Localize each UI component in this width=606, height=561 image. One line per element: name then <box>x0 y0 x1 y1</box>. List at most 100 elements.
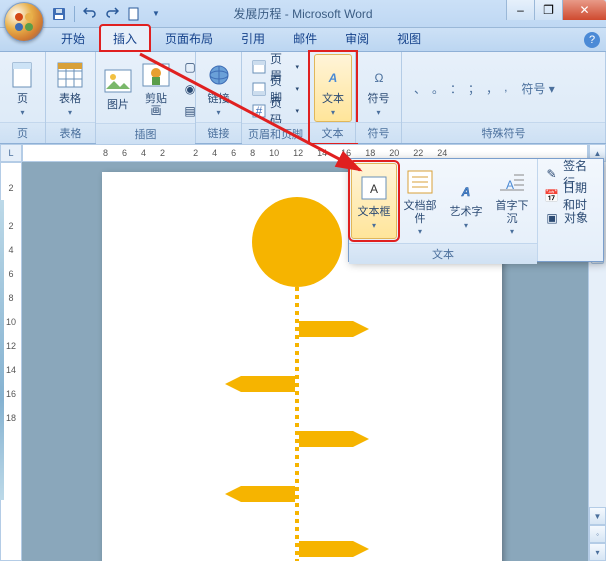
dropcap-label: 首字下沉 <box>491 200 533 224</box>
dropcap-button[interactable]: A 首字下沉 ▾ <box>489 163 535 239</box>
ruler-tick: 18 <box>365 148 375 158</box>
chevron-down-icon: ▾ <box>464 221 468 230</box>
wordart-button[interactable]: A 艺术字 ▾ <box>443 163 489 239</box>
scroll-down-button[interactable]: ▼ <box>589 507 606 525</box>
special-sym-6[interactable]: , <box>504 80 507 94</box>
office-button[interactable] <box>4 2 44 42</box>
tab-home[interactable]: 开始 <box>48 25 98 51</box>
text-a-icon: A <box>317 59 349 91</box>
calendar-icon: 📅 <box>544 188 559 204</box>
ruler-tick: 2 <box>8 183 13 193</box>
tab-layout[interactable]: 页面布局 <box>152 25 226 51</box>
ruler-tick: 2 <box>160 148 165 158</box>
ruler-tick: 6 <box>231 148 236 158</box>
group-symbols: Ω 符号 ▾ 符号 <box>356 52 402 143</box>
tab-references[interactable]: 引用 <box>228 25 278 51</box>
ruler-tick: 4 <box>141 148 146 158</box>
symbol-button[interactable]: Ω 符号 ▾ <box>360 54 397 122</box>
shape-arrow-right[interactable] <box>299 537 369 561</box>
picture-label: 图片 <box>107 99 129 111</box>
shape-arrow-right[interactable] <box>299 427 369 451</box>
quick-access-toolbar: ▼ <box>50 5 165 23</box>
table-button[interactable]: 表格 ▾ <box>50 54 90 122</box>
parts-button[interactable]: 文档部件 ▾ <box>397 163 443 239</box>
header-icon <box>252 59 266 75</box>
qat-undo[interactable] <box>81 5 99 23</box>
shape-circle[interactable] <box>252 197 342 287</box>
tab-mail[interactable]: 邮件 <box>280 25 330 51</box>
help-icon[interactable]: ? <box>584 32 600 48</box>
ruler-tick: 6 <box>122 148 127 158</box>
tab-review[interactable]: 审阅 <box>332 25 382 51</box>
datetime-button[interactable]: 📅日期和时 <box>540 185 601 206</box>
ruler-tick: 10 <box>269 148 279 158</box>
group-special-label: 特殊符号 <box>402 122 605 143</box>
ribbon-tabs: 开始 插入 页面布局 引用 邮件 审阅 视图 ? <box>0 28 606 52</box>
ruler-corner[interactable]: L <box>0 144 22 162</box>
pagenum-button[interactable]: #页码▾ <box>248 100 303 121</box>
redo-icon <box>105 7 119 21</box>
group-links: 链接 ▾ 链接 <box>196 52 242 143</box>
chevron-down-icon: ▾ <box>376 108 380 117</box>
wordart-label: 艺术字 <box>450 206 483 218</box>
picture-button[interactable]: 图片 <box>100 54 136 122</box>
link-icon <box>203 59 235 91</box>
maximize-button[interactable]: ❐ <box>534 0 562 20</box>
left-decorative-strip <box>0 200 4 500</box>
qat-dropdown[interactable]: ▼ <box>147 5 165 23</box>
ruler-tick: 24 <box>437 148 447 158</box>
qat-redo[interactable] <box>103 5 121 23</box>
ruler-tick: 8 <box>250 148 255 158</box>
text-label: 文本 <box>322 93 344 105</box>
ruler-tick: 2 <box>8 221 13 231</box>
ruler-tick: 10 <box>6 317 16 327</box>
undo-icon <box>83 7 97 21</box>
svg-text:Ω: Ω <box>374 71 383 85</box>
shape-arrow-left[interactable] <box>225 372 295 396</box>
table-icon <box>54 59 86 91</box>
link-button[interactable]: 链接 ▾ <box>200 54 237 122</box>
svg-text:A: A <box>370 182 378 196</box>
chevron-down-icon: ▾ <box>418 227 422 236</box>
wordart-icon: A <box>450 172 482 204</box>
dropcap-icon: A <box>496 166 528 198</box>
special-sym-1[interactable]: 、 <box>414 80 426 97</box>
special-sym-3[interactable]: ： <box>450 80 462 97</box>
prev-page-button[interactable]: ◦ <box>589 525 606 543</box>
symbol-label: 符号 <box>368 93 390 105</box>
save-icon <box>52 7 66 21</box>
group-tables: 表格 ▾ 表格 <box>46 52 96 143</box>
pages-button[interactable]: 页 ▾ <box>4 54 41 122</box>
special-sym-2[interactable]: 。 <box>432 80 444 97</box>
omega-icon: Ω <box>363 59 395 91</box>
group-pages-label: 页 <box>0 122 45 143</box>
signature-icon: ✎ <box>544 166 559 182</box>
tab-insert[interactable]: 插入 <box>100 25 150 51</box>
next-page-button[interactable]: ▾ <box>589 543 606 561</box>
textbox-button[interactable]: A 文本框 ▾ <box>351 163 397 239</box>
window-title: 发展历程 - Microsoft Word <box>233 5 372 22</box>
qat-separator <box>74 6 75 22</box>
object-button[interactable]: ▣对象 <box>540 207 601 228</box>
special-sym-4[interactable]: ； <box>468 80 480 97</box>
group-tables-label: 表格 <box>46 122 95 143</box>
qat-save[interactable] <box>50 5 68 23</box>
picture-icon <box>102 65 134 97</box>
page-icon <box>7 59 39 91</box>
text-button[interactable]: A 文本 ▾ <box>314 54 352 122</box>
group-pages: 页 ▾ 页 <box>0 52 46 143</box>
ribbon-symbol-btn[interactable]: 符号 ▾ <box>521 80 554 97</box>
special-sym-5[interactable]: ， <box>486 80 498 97</box>
ruler-tick: 2 <box>193 148 198 158</box>
minimize-button[interactable]: – <box>506 0 534 20</box>
tab-view[interactable]: 视图 <box>384 25 434 51</box>
group-header-footer: 页眉▾ 页脚▾ #页码▾ 页眉和页脚 <box>242 52 310 143</box>
shape-arrow-left[interactable] <box>225 482 295 506</box>
shape-arrow-right[interactable] <box>299 317 369 341</box>
group-special-symbols: 、 。 ： ； ， , 符号 ▾ 特殊符号 <box>402 52 606 143</box>
close-button[interactable]: ✕ <box>562 0 606 20</box>
clipart-button[interactable]: 剪贴画 <box>138 54 174 122</box>
link-label: 链接 <box>208 93 230 105</box>
qat-new[interactable] <box>125 5 143 23</box>
group-links-label: 链接 <box>196 122 241 143</box>
